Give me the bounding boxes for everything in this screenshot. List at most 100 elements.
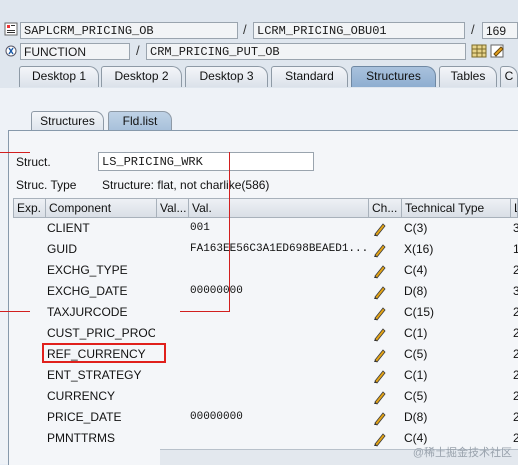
table-row[interactable]: PRICE_DATE 00000000 D(8) 2 <box>14 407 518 428</box>
object-field[interactable]: CRM_PRICING_PUT_OB <box>146 43 466 60</box>
tab-desktop-1[interactable]: Desktop 1 <box>19 66 99 87</box>
length-cell: 2 <box>513 263 518 277</box>
pencil-icon[interactable] <box>372 368 388 384</box>
annotation-line <box>0 311 30 312</box>
type-field[interactable]: FUNCTION <box>20 43 130 60</box>
component-cell: TAXJURCODE <box>47 305 128 319</box>
pencil-icon[interactable] <box>372 326 388 342</box>
col-change[interactable]: Ch... <box>369 198 402 218</box>
length-cell: 2 <box>513 431 518 445</box>
tab-structures[interactable]: Structures <box>351 66 436 87</box>
value-cell[interactable] <box>190 386 368 407</box>
technical-type-cell: C(5) <box>404 347 428 361</box>
struct-type-label: Struc. Type <box>16 178 77 192</box>
tab-desktop-3[interactable]: Desktop 3 <box>185 66 268 87</box>
value-cell[interactable]: 00000000 <box>190 281 368 302</box>
pencil-icon[interactable] <box>372 389 388 405</box>
watermark: @稀土掘金技术社区 <box>412 447 512 459</box>
length-cell: 2 <box>513 410 518 424</box>
tab-tables[interactable]: Tables <box>439 66 497 87</box>
value-cell[interactable]: 001 <box>190 218 368 239</box>
annotation-line <box>180 311 230 312</box>
function-icon <box>4 44 18 58</box>
pencil-icon[interactable] <box>372 221 388 237</box>
edit-icon[interactable] <box>490 44 506 58</box>
pencil-icon[interactable] <box>372 410 388 426</box>
length-cell: 1 <box>513 242 518 256</box>
technical-type-cell: C(5) <box>404 389 428 403</box>
pencil-icon[interactable] <box>372 431 388 447</box>
table-row[interactable]: CLIENT 001 C(3) 3 <box>14 218 518 239</box>
value-cell[interactable]: FA163EE56C3A1ED698BEAED1... <box>190 239 368 260</box>
component-cell: PRICE_DATE <box>47 410 122 424</box>
annotation-line <box>229 152 230 312</box>
col-val-short[interactable]: Val... <box>157 198 189 218</box>
value-cell[interactable] <box>190 260 368 281</box>
component-cell: CUST_PRIC_PROC <box>47 326 155 340</box>
pencil-icon[interactable] <box>372 305 388 321</box>
separator: / <box>471 22 475 37</box>
table-row[interactable]: GUID FA163EE56C3A1ED698BEAED1... X(16) 1 <box>14 239 518 260</box>
struct-input[interactable]: LS_PRICING_WRK <box>98 152 314 171</box>
table-row[interactable]: EXCHG_DATE 00000000 D(8) 3 <box>14 281 518 302</box>
table-row[interactable]: TAXJURCODE C(15) 2 <box>14 302 518 323</box>
length-cell: 2 <box>513 347 518 361</box>
value-cell[interactable] <box>190 344 368 365</box>
highlight-box <box>42 343 166 363</box>
length-cell: 2 <box>513 368 518 382</box>
component-cell: CLIENT <box>47 221 90 235</box>
technical-type-cell: C(1) <box>404 368 428 382</box>
length-cell: 3 <box>513 284 518 298</box>
col-exp[interactable]: Exp. <box>13 198 46 218</box>
col-technical-type[interactable]: Technical Type <box>402 198 511 218</box>
technical-type-cell: C(4) <box>404 263 428 277</box>
table-row[interactable]: EXCHG_TYPE C(4) 2 <box>14 260 518 281</box>
value-cell[interactable] <box>190 323 368 344</box>
subtab-field-list[interactable]: Fld.list <box>108 111 172 131</box>
component-cell: EXCHG_DATE <box>47 284 128 298</box>
value-cell[interactable] <box>190 428 368 449</box>
tab-more[interactable]: C <box>500 66 518 87</box>
table-row[interactable]: CUST_PRIC_PROC C(1) 2 <box>14 323 518 344</box>
tab-standard[interactable]: Standard <box>271 66 348 87</box>
pencil-icon[interactable] <box>372 263 388 279</box>
technical-type-cell: X(16) <box>404 242 434 256</box>
struct-label: Struct. <box>16 155 51 169</box>
component-cell: CURRENCY <box>47 389 116 403</box>
component-cell: PMNTTRMS <box>47 431 115 445</box>
col-component[interactable]: Component <box>46 198 157 218</box>
technical-type-cell: D(8) <box>404 284 428 298</box>
grid-icon[interactable] <box>471 44 487 58</box>
code-icon <box>4 22 18 36</box>
table-row[interactable]: ENT_STRATEGY C(1) 2 <box>14 365 518 386</box>
component-cell: EXCHG_TYPE <box>47 263 128 277</box>
technical-type-cell: C(1) <box>404 326 428 340</box>
struct-type-value: Structure: flat, not charlike(586) <box>102 178 270 192</box>
table-row[interactable]: CURRENCY C(5) 2 <box>14 386 518 407</box>
component-cell: GUID <box>47 242 77 256</box>
length-cell: 2 <box>513 326 518 340</box>
pencil-icon[interactable] <box>372 347 388 363</box>
line-field[interactable]: 169 <box>482 22 518 39</box>
annotation-line <box>0 152 30 153</box>
separator: / <box>243 22 247 37</box>
pencil-icon[interactable] <box>372 242 388 258</box>
col-val[interactable]: Val. <box>189 198 369 218</box>
col-length[interactable]: L <box>511 198 518 218</box>
tab-desktop-2[interactable]: Desktop 2 <box>101 66 182 87</box>
technical-type-cell: C(15) <box>404 305 435 319</box>
program-field[interactable]: SAPLCRM_PRICING_OB <box>20 22 238 39</box>
pencil-icon[interactable] <box>372 284 388 300</box>
value-cell[interactable] <box>190 302 368 323</box>
separator: / <box>136 43 140 58</box>
include-field[interactable]: LCRM_PRICING_OBU01 <box>253 22 465 39</box>
value-cell[interactable]: 00000000 <box>190 407 368 428</box>
length-cell: 3 <box>513 221 518 235</box>
technical-type-cell: D(8) <box>404 410 428 424</box>
subtab-structures[interactable]: Structures <box>31 111 104 131</box>
component-cell: ENT_STRATEGY <box>47 368 142 382</box>
length-cell: 2 <box>513 305 518 319</box>
technical-type-cell: C(3) <box>404 221 428 235</box>
length-cell: 2 <box>513 389 518 403</box>
value-cell[interactable] <box>190 365 368 386</box>
